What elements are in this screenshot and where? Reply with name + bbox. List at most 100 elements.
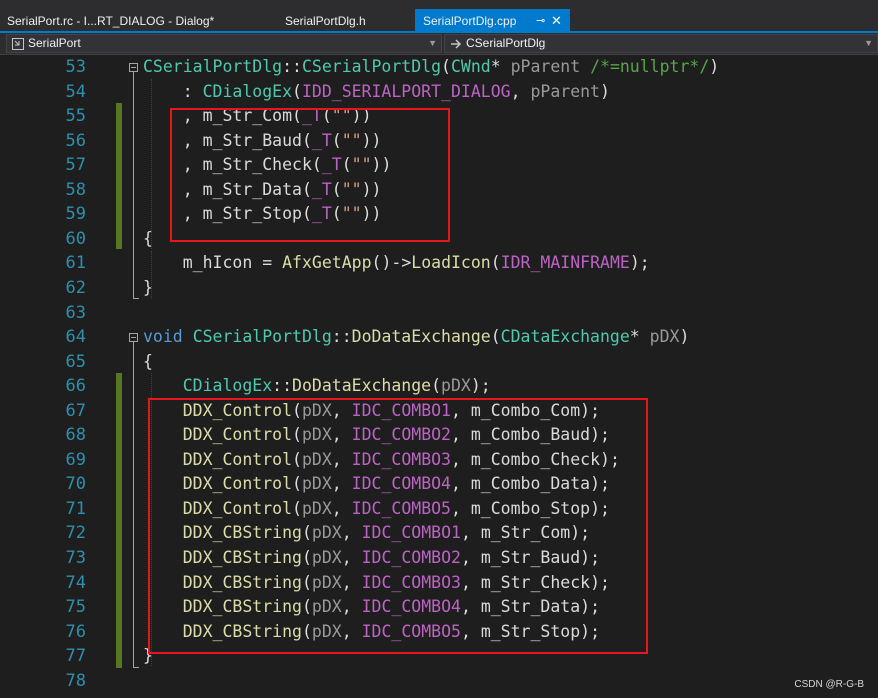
line-number: 66 — [65, 376, 86, 397]
line-number: 77 — [65, 646, 86, 667]
chevron-down-icon: ▼ — [864, 38, 873, 48]
code-token: ( — [431, 376, 442, 396]
code-line[interactable]: m_hIcon = AfxGetApp()->LoadIcon(IDR_MAIN… — [143, 251, 650, 276]
code-token: ) — [679, 327, 690, 347]
line-number: 70 — [65, 474, 86, 495]
change-bar — [116, 373, 122, 668]
line-number: 69 — [65, 449, 86, 470]
line-number: 60 — [65, 228, 86, 249]
fold-outline-end — [133, 298, 139, 299]
tab-label: SerialPortDlg.cpp — [423, 14, 517, 28]
tab-serialportdlg-h[interactable]: SerialPortDlg.h — [285, 9, 366, 33]
tab-strip: SerialPort.rc - I...RT_DIALOG - Dialog* … — [0, 0, 878, 33]
code-token: LoadIcon — [411, 253, 491, 273]
line-number: 73 — [65, 548, 86, 568]
code-editor[interactable]: 53 54 55 56 57 58 59 60 61 62 63 64 65 66 67 68 69 70 71 72… — [0, 55, 878, 698]
line-number: 64 — [65, 327, 86, 348]
code-token: pDX — [441, 376, 471, 396]
close-icon[interactable]: ✕ — [551, 9, 562, 33]
code-line[interactable]: CSerialPortDlg::CSerialPortDlg(CWnd* pPa… — [143, 55, 719, 80]
code-token: ) — [600, 81, 610, 101]
code-token: pParent — [510, 57, 581, 76]
code-token: pDX — [649, 327, 680, 347]
code-token: CSerialPortDlg — [143, 57, 283, 76]
code-token: /*=nullptr*/ — [580, 57, 710, 76]
code-token: ( — [441, 57, 451, 76]
line-number: 78 — [65, 670, 86, 691]
line-number: 65 — [65, 351, 86, 372]
code-token: CDialogEx — [182, 376, 273, 396]
code-line[interactable]: { — [143, 350, 153, 375]
code-token: ( — [490, 327, 501, 347]
code-token: AfxGetApp — [282, 253, 372, 273]
line-number: 58 — [65, 179, 86, 200]
code-token: ()-> — [371, 253, 412, 273]
code-token: , — [510, 81, 531, 101]
line-number: 74 — [65, 572, 86, 593]
code-token: * — [490, 57, 511, 76]
tab-serialportdlg-cpp[interactable]: SerialPortDlg.cpp ⊸ ✕ — [415, 9, 570, 33]
code-token: CSerialPortDlg — [301, 57, 442, 76]
code-token: ); — [470, 376, 491, 396]
code-token: void — [143, 327, 183, 347]
fold-outline — [133, 342, 134, 667]
arrow-right-icon — [451, 39, 462, 49]
code-token: ( — [292, 81, 302, 101]
code-line[interactable]: : CDialogEx(IDD_SERIALPORT_DIALOG, pPare… — [143, 80, 610, 105]
scope-name: CSerialPortDlg — [466, 36, 546, 50]
navigation-bar: SerialPort ▼ CSerialPortDlg ▼ — [0, 33, 878, 55]
line-number: 54 — [65, 81, 86, 102]
code-token: pParent — [530, 81, 600, 101]
code-token: IDR_MAINFRAME — [500, 253, 630, 273]
code-token: ); — [629, 253, 650, 273]
code-token: { — [143, 351, 153, 371]
highlight-box — [148, 398, 648, 654]
code-line[interactable]: CDialogEx::DoDataExchange(pDX); — [143, 374, 491, 399]
line-number: 53 — [65, 57, 86, 77]
line-number: 76 — [65, 621, 86, 642]
highlight-box — [170, 108, 450, 242]
code-token: ) — [709, 57, 720, 76]
code-token: ( — [490, 253, 501, 273]
code-token: * — [629, 327, 650, 347]
project-icon — [12, 37, 24, 50]
tab-serialport-rc[interactable]: SerialPort.rc - I...RT_DIALOG - Dialog* — [7, 9, 214, 33]
chevron-down-icon: ▼ — [428, 38, 437, 48]
line-number: 56 — [65, 130, 86, 151]
code-token: CSerialPortDlg — [192, 327, 332, 347]
code-token: DoDataExchange — [292, 376, 432, 396]
code-token: CWnd — [450, 57, 491, 76]
project-name: SerialPort — [28, 36, 81, 50]
code-line[interactable]: void CSerialPortDlg::DoDataExchange(CDat… — [143, 325, 689, 350]
code-token: :: — [272, 376, 293, 396]
line-number: 75 — [65, 597, 86, 618]
line-number: 67 — [65, 400, 86, 421]
indent-guide — [151, 79, 152, 249]
code-token: CDataExchange — [500, 327, 630, 347]
fold-outline — [133, 72, 134, 299]
code-token: :: — [331, 327, 352, 347]
line-number: 62 — [65, 277, 86, 298]
change-bar — [116, 103, 122, 249]
pin-icon[interactable]: ⊸ — [536, 9, 545, 33]
line-number: 71 — [65, 498, 86, 519]
line-number: 68 — [65, 425, 86, 446]
fold-outline-end — [133, 667, 139, 668]
code-token: :: — [282, 57, 302, 76]
line-number: 72 — [65, 523, 86, 544]
code-token: = — [252, 253, 283, 273]
code-token: DoDataExchange — [351, 327, 491, 347]
line-number: 57 — [65, 155, 86, 176]
indent-guide — [151, 251, 152, 299]
project-dropdown[interactable]: SerialPort ▼ — [6, 34, 442, 53]
fold-toggle-icon[interactable] — [129, 63, 138, 72]
scope-dropdown[interactable]: CSerialPortDlg ▼ — [444, 34, 878, 53]
fold-toggle-icon[interactable] — [129, 333, 138, 342]
code-token: CDialogEx — [202, 81, 293, 101]
code-token: m_hIcon — [182, 253, 253, 273]
line-number: 63 — [65, 302, 86, 323]
watermark: CSDN @R-G-B — [794, 679, 864, 690]
